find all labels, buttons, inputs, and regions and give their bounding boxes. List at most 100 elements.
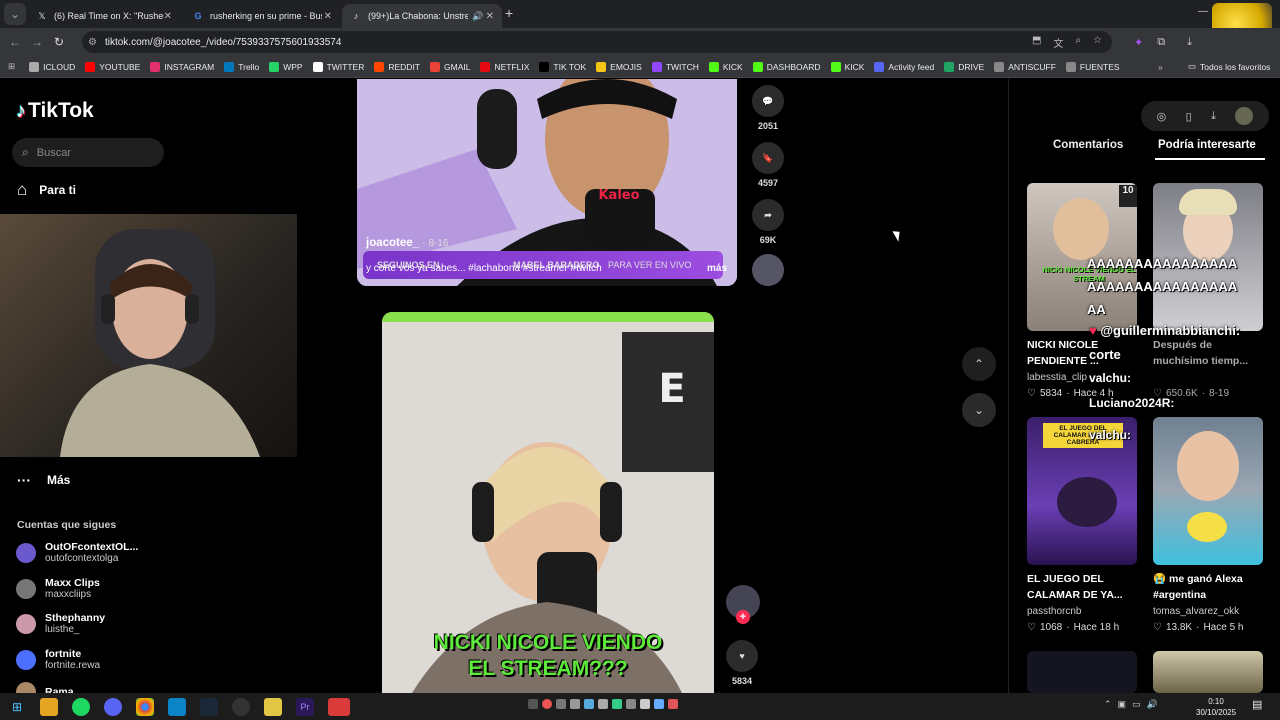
- nav-more[interactable]: ··· Más: [17, 472, 70, 488]
- discord-icon[interactable]: [104, 697, 122, 716]
- app-icon-2[interactable]: [264, 697, 282, 716]
- card-3-user[interactable]: passthorcnb: [1027, 606, 1081, 617]
- author-name[interactable]: joacotee_: [366, 237, 419, 249]
- tray-icon[interactable]: [584, 699, 594, 709]
- share-icon[interactable]: ➦: [752, 199, 784, 231]
- bookmark-item[interactable]: ANTISCUFF: [994, 61, 1056, 72]
- chevron-right-icon[interactable]: »: [1158, 62, 1163, 72]
- bookmark-icon[interactable]: 🔖: [752, 142, 784, 174]
- follow-plus-icon[interactable]: +: [736, 610, 750, 624]
- close-icon[interactable]: ✕: [486, 11, 494, 22]
- user-avatar[interactable]: [1235, 107, 1254, 125]
- notification-icon[interactable]: ▤: [1252, 698, 1262, 711]
- bookmark-item[interactable]: GMAIL: [430, 61, 470, 72]
- spotify-icon[interactable]: [72, 697, 90, 716]
- tray-icon[interactable]: [542, 699, 552, 709]
- app-icon-3[interactable]: [328, 697, 350, 716]
- star-icon[interactable]: ☆: [1093, 35, 1102, 50]
- browser-tab-2[interactable]: G rusherking en su prime - Busca ✕: [184, 4, 340, 28]
- caption-more-link[interactable]: más: [707, 263, 727, 274]
- card-3-title[interactable]: EL JUEGO DEL CALAMAR DE YA...: [1027, 571, 1137, 603]
- forward-arrow-icon[interactable]: →: [26, 31, 48, 53]
- heart-icon[interactable]: ♥: [726, 640, 758, 672]
- browser-tab-1[interactable]: 𝕏 (6) Real Time on X: "Rusherking ✕: [28, 4, 180, 28]
- comment-action[interactable]: 💬 2051: [752, 85, 784, 131]
- chevron-up-icon[interactable]: ⌃: [1104, 699, 1112, 710]
- following-account[interactable]: Sthephanny luisthe_: [16, 612, 105, 636]
- following-account[interactable]: OutOFcontextOL... outofcontextolga: [16, 541, 138, 565]
- next-video-button[interactable]: ⌄: [962, 393, 996, 427]
- bookmark-item[interactable]: EMOJIS: [596, 61, 642, 72]
- following-account[interactable]: Maxx Clips maxxcliips: [16, 577, 100, 601]
- minimize-button[interactable]: —: [1198, 6, 1208, 17]
- extension-icon[interactable]: ✦: [1134, 36, 1143, 49]
- close-icon[interactable]: ✕: [164, 11, 172, 22]
- tray-icon[interactable]: [556, 699, 566, 709]
- puzzle-icon[interactable]: ⧉: [1157, 36, 1165, 49]
- tab-comments[interactable]: Comentarios: [1053, 139, 1123, 151]
- tray-icon[interactable]: [668, 699, 678, 709]
- reload-icon[interactable]: ↻: [48, 31, 70, 53]
- phone-icon[interactable]: ▯: [1186, 110, 1192, 123]
- bookmark-item[interactable]: Trello: [224, 61, 259, 72]
- save-action[interactable]: 🔖 4597: [752, 142, 784, 188]
- following-account[interactable]: fortnite fortnite.rewa: [16, 648, 100, 672]
- following-account[interactable]: Rama: [16, 682, 74, 693]
- install-icon[interactable]: ⬒: [1032, 35, 1041, 50]
- all-bookmarks-folder[interactable]: ▭ Todos los favoritos: [1188, 61, 1270, 72]
- card-2-title[interactable]: Después de muchísimo tiemp...: [1153, 337, 1263, 369]
- bookmark-item[interactable]: REDDIT: [374, 61, 420, 72]
- video-1-author[interactable]: joacotee_ · 8-16: [366, 237, 448, 249]
- video-player-2[interactable]: E NICKI NICOLE VIENDO EL STREAM???: [382, 312, 714, 693]
- site-info-icon[interactable]: ⚙: [88, 37, 97, 48]
- bookmark-item[interactable]: WPP: [269, 61, 303, 72]
- volume-icon[interactable]: 🔊: [1147, 699, 1158, 710]
- tiktok-logo[interactable]: ♪ TikTok: [16, 99, 94, 123]
- bookmark-item[interactable]: KICK: [708, 61, 743, 72]
- steam-icon[interactable]: [200, 697, 218, 716]
- translate-icon[interactable]: 文: [1053, 35, 1063, 50]
- tray-icon[interactable]: [598, 699, 608, 709]
- bookmark-item[interactable]: TWITCH: [651, 61, 699, 72]
- card-6-thumbnail[interactable]: [1153, 651, 1263, 693]
- bookmark-item[interactable]: NETFLIX: [480, 61, 529, 72]
- bookmark-item[interactable]: YOUTUBE: [85, 61, 140, 72]
- bookmark-item[interactable]: DRIVE: [944, 61, 984, 72]
- browser-tab-3-active[interactable]: ♪ (99+)La Chabona: Unstrean 🔊 ✕: [342, 4, 502, 28]
- download-icon[interactable]: ⤓: [1211, 110, 1216, 123]
- tray-icon[interactable]: [626, 699, 636, 709]
- card-4-title[interactable]: 😭 me ganó Alexa #argentina: [1153, 571, 1263, 603]
- comment-icon[interactable]: 💬: [752, 85, 784, 117]
- close-icon[interactable]: ✕: [324, 11, 332, 22]
- bookmark-item[interactable]: TWITTER: [312, 61, 364, 72]
- video-player-1[interactable]: Kaleo SEGUINOS EN MABEL BARADERO PARA VE…: [357, 79, 737, 286]
- tray-icon[interactable]: [612, 699, 622, 709]
- new-tab-button[interactable]: +: [505, 5, 513, 21]
- previous-video-button[interactable]: ⌃: [962, 347, 996, 381]
- bookmark-item[interactable]: KICK: [830, 61, 864, 72]
- tray-icon[interactable]: [570, 699, 580, 709]
- bookmark-item[interactable]: Activity feed: [874, 61, 934, 72]
- obs-icon[interactable]: [232, 697, 250, 716]
- bookmark-item[interactable]: ICLOUD: [29, 61, 75, 72]
- bookmark-item[interactable]: INSTAGRAM: [150, 61, 214, 72]
- sound-avatar[interactable]: [752, 254, 784, 286]
- back-arrow-icon[interactable]: ←: [4, 31, 26, 53]
- compass-icon[interactable]: ◎: [1157, 110, 1167, 123]
- tray-icon[interactable]: [640, 699, 650, 709]
- windows-start-icon[interactable]: ⊞: [8, 698, 26, 716]
- apps-icon[interactable]: ⊞: [8, 61, 15, 72]
- app-icon[interactable]: [168, 697, 186, 716]
- bookmark-item[interactable]: TIK TOK: [539, 61, 586, 72]
- card-5-thumbnail[interactable]: [1027, 651, 1137, 693]
- like-action[interactable]: ♥ 5834: [726, 640, 758, 686]
- search-input[interactable]: ⌕ Buscar: [12, 138, 164, 167]
- zoom-icon[interactable]: ⌕: [1075, 35, 1081, 50]
- premiere-icon[interactable]: Pr: [296, 697, 314, 716]
- card-4-thumbnail[interactable]: [1153, 417, 1263, 565]
- network-icon[interactable]: ▣: [1118, 699, 1127, 710]
- tab-recommended[interactable]: Podría interesarte: [1158, 139, 1256, 151]
- bookmark-item[interactable]: FUENTES: [1065, 61, 1120, 72]
- audio-icon[interactable]: 🔊: [472, 11, 483, 22]
- taskbar-clock[interactable]: 0:10 30/10/2025: [1196, 696, 1236, 718]
